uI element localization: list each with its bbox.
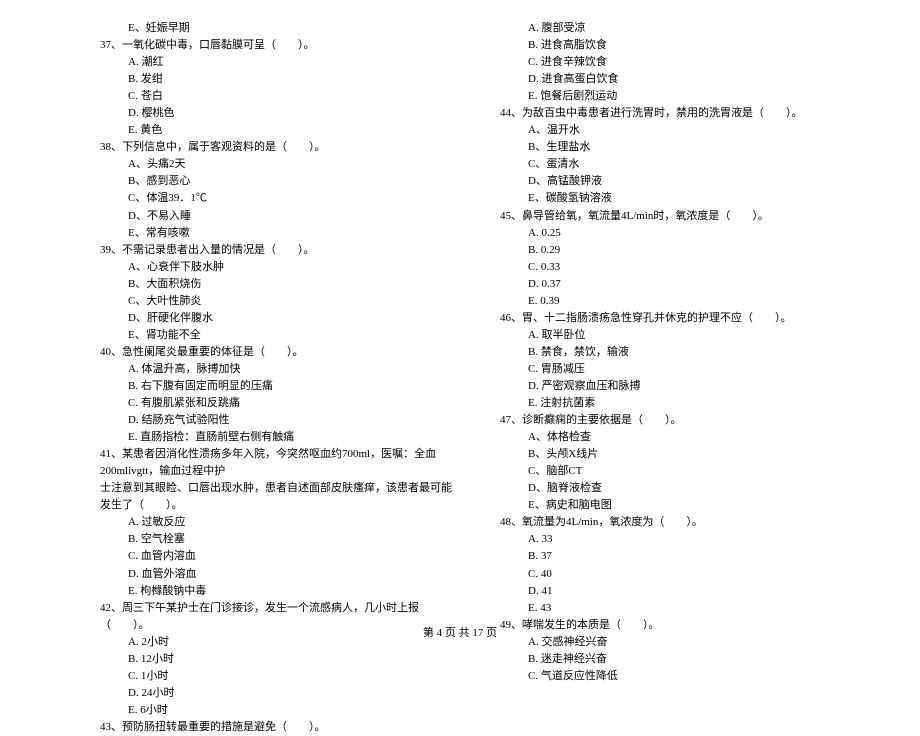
question-continuation: 士注意到其眼睑、口唇出现水肿，患者自述面部皮肤瘙痒，该患者最可能发生了（ ）。 [100, 480, 460, 514]
answer-option: B、头颅X线片 [500, 446, 860, 463]
answer-option: A、温开水 [500, 122, 860, 139]
answer-option: E、肾功能不全 [100, 327, 460, 344]
answer-option: D. 0.37 [500, 276, 860, 293]
answer-option: D. 血管外溶血 [100, 566, 460, 583]
answer-option: C. 血管内溶血 [100, 548, 460, 565]
answer-option: A. 过敏反应 [100, 514, 460, 531]
answer-option: C、蛋清水 [500, 156, 860, 173]
answer-option: A. 体温升高，脉搏加快 [100, 361, 460, 378]
question-text: 44、为敌百虫中毒患者进行洗胃时，禁用的洗胃液是（ ）。 [500, 105, 860, 122]
answer-option: B. 进食高脂饮食 [500, 37, 860, 54]
question-text: 43、预防肠扭转最重要的措施是避免（ ）。 [100, 719, 460, 736]
answer-option: D、肝硬化伴腹水 [100, 310, 460, 327]
answer-option: B. 0.29 [500, 242, 860, 259]
answer-option: E. 枸橼酸钠中毒 [100, 583, 460, 600]
answer-option: B. 发绀 [100, 71, 460, 88]
answer-option: E、碳酸氢钠溶液 [500, 190, 860, 207]
answer-option: D. 24小时 [100, 685, 460, 702]
question-text: 38、下列信息中，属于客观资料的是（ ）。 [100, 139, 460, 156]
answer-option: C、体温39．1℃ [100, 190, 460, 207]
answer-option: B. 12小时 [100, 651, 460, 668]
left-column: E、妊娠早期37、一氧化碳中毒，口唇黏膜可呈（ ）。A. 潮红B. 发绀C. 苍… [100, 20, 460, 610]
answer-option: C. 进食辛辣饮食 [500, 54, 860, 71]
answer-option: B. 右下腹有固定而明显的压痛 [100, 378, 460, 395]
answer-option: E、病史和脑电图 [500, 497, 860, 514]
question-text: 39、不需记录患者出入量的情况是（ ）。 [100, 242, 460, 259]
answer-option: C. 40 [500, 566, 860, 583]
answer-option: C. 1小时 [100, 668, 460, 685]
question-text: 45、鼻导管给氧，氧流量4L/min时，氧浓度是（ ）。 [500, 208, 860, 225]
answer-option: C、脑部CT [500, 463, 860, 480]
question-text: 37、一氧化碳中毒，口唇黏膜可呈（ ）。 [100, 37, 460, 54]
right-column: A. 腹部受凉B. 进食高脂饮食C. 进食辛辣饮食D. 进食高蛋白饮食E. 饱餐… [500, 20, 860, 610]
answer-option: B. 迷走神经兴奋 [500, 651, 860, 668]
answer-option: E、常有咳嗽 [100, 225, 460, 242]
answer-option: B、大面积烧伤 [100, 276, 460, 293]
question-text: 40、急性阑尾炎最重要的体征是（ ）。 [100, 344, 460, 361]
answer-option: A. 腹部受凉 [500, 20, 860, 37]
answer-option: C、大叶性肺炎 [100, 293, 460, 310]
answer-option: E、妊娠早期 [100, 20, 460, 37]
answer-option: D、脑脊液检查 [500, 480, 860, 497]
answer-option: D、不易入睡 [100, 208, 460, 225]
answer-option: D. 结肠充气试验阳性 [100, 412, 460, 429]
answer-option: A、体格检查 [500, 429, 860, 446]
answer-option: A. 潮红 [100, 54, 460, 71]
answer-option: A. 33 [500, 531, 860, 548]
answer-option: E. 直肠指检：直肠前壁右侧有触痛 [100, 429, 460, 446]
answer-option: B. 禁食，禁饮，输液 [500, 344, 860, 361]
answer-option: E. 注射抗菌素 [500, 395, 860, 412]
answer-option: B、生理盐水 [500, 139, 860, 156]
answer-option: A、头痛2天 [100, 156, 460, 173]
page-footer: 第 4 页 共 17 页 [0, 624, 920, 640]
answer-option: E. 43 [500, 600, 860, 617]
question-text: 47、诊断癫痫的主要依据是（ ）。 [500, 412, 860, 429]
answer-option: E. 6小时 [100, 702, 460, 719]
answer-option: C. 胃肠减压 [500, 361, 860, 378]
question-text: 48、氧流量为4L/min，氧浓度为（ ）。 [500, 514, 860, 531]
answer-option: D. 进食高蛋白饮食 [500, 71, 860, 88]
answer-option: B、感到恶心 [100, 173, 460, 190]
answer-option: D. 樱桃色 [100, 105, 460, 122]
answer-option: B. 37 [500, 548, 860, 565]
answer-option: B. 空气栓塞 [100, 531, 460, 548]
answer-option: A. 0.25 [500, 225, 860, 242]
answer-option: C. 0.33 [500, 259, 860, 276]
answer-option: C. 苍白 [100, 88, 460, 105]
answer-option: E. 0.39 [500, 293, 860, 310]
answer-option: D. 41 [500, 583, 860, 600]
answer-option: A、心衰伴下肢水肿 [100, 259, 460, 276]
answer-option: A. 取半卧位 [500, 327, 860, 344]
question-text: 41、某患者因消化性溃疡多年入院，今突然呕血约700ml，医嘱：全血200mli… [100, 446, 460, 480]
answer-option: D、高锰酸钾液 [500, 173, 860, 190]
answer-option: E. 黄色 [100, 122, 460, 139]
answer-option: E. 饱餐后剧烈运动 [500, 88, 860, 105]
answer-option: D. 严密观察血压和脉搏 [500, 378, 860, 395]
answer-option: C. 气道反应性降低 [500, 668, 860, 685]
question-text: 46、胃、十二指肠溃疡急性穿孔并休克的护理不应（ ）。 [500, 310, 860, 327]
answer-option: C. 有腹肌紧张和反跳痛 [100, 395, 460, 412]
